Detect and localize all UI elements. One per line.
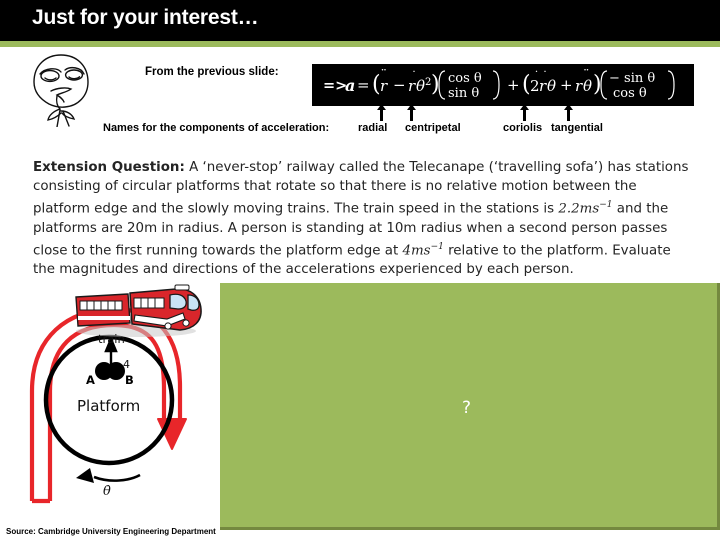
up-arrow-radial-icon: [377, 104, 386, 121]
diagram-speed-label: 4: [123, 358, 130, 371]
diagram-point-a-label: A: [86, 373, 95, 387]
diagram-point-b-label: B: [125, 373, 134, 387]
source-attribution: Source: Cambridge University Engineering…: [6, 527, 216, 536]
up-arrow-tangential-icon: [564, 104, 573, 121]
train-speed-value: 2.2ms: [558, 201, 600, 217]
header-accent-bar: [0, 41, 720, 47]
person-speed-exponent: −1: [430, 241, 444, 252]
svg-text:): ): [431, 72, 440, 97]
component-label-coriolis: coriolis: [503, 122, 543, 134]
svg-text:sin θ: sin θ: [448, 86, 479, 101]
component-label-tangential: tangential: [551, 122, 603, 134]
svg-text:+: +: [560, 76, 573, 94]
svg-text:¨: ¨: [381, 68, 388, 83]
train-illustration: [75, 284, 202, 337]
components-intro-label: Names for the components of acceleration…: [103, 122, 330, 134]
svg-text:a: a: [345, 76, 355, 95]
diagram-platform-label: Platform: [77, 397, 141, 415]
diagram-rotation-label: θ̇: [103, 484, 111, 499]
svg-text:̇: ̇: [544, 69, 546, 71]
question-lead-label: Extension Question: [33, 160, 180, 175]
svg-text:θ: θ: [547, 77, 556, 95]
svg-text:cos θ: cos θ: [613, 86, 647, 101]
svg-text:): ): [593, 72, 602, 97]
acceleration-equation-box: => a = ( r ¨ − r θ ̇ 2 ) cos θ sin θ + (…: [312, 64, 694, 106]
svg-text:=>: =>: [323, 78, 347, 94]
svg-text:−: −: [393, 76, 406, 94]
svg-text:r: r: [539, 77, 547, 95]
svg-text:̇: ̇: [413, 69, 415, 71]
svg-text:+: +: [507, 76, 520, 94]
svg-text:cos θ: cos θ: [448, 71, 482, 86]
acceleration-equation-glyphs: => a = ( r ¨ − r θ ̇ 2 ) cos θ sin θ + (…: [323, 68, 675, 101]
svg-text:̇: ̇: [536, 69, 538, 71]
svg-text:=: =: [357, 76, 370, 94]
up-arrow-coriolis-icon: [520, 104, 529, 121]
svg-text:r: r: [575, 77, 583, 95]
answer-placeholder-question-mark: ?: [462, 398, 472, 418]
train-speed-exponent: −1: [599, 200, 613, 211]
component-label-radial: radial: [358, 122, 388, 134]
component-label-centripetal: centripetal: [405, 122, 461, 134]
previous-slide-label: From the previous slide:: [145, 66, 279, 78]
up-arrow-centripetal-icon: [407, 104, 416, 121]
person-speed-value: 4ms: [402, 243, 431, 259]
page-title: Just for your interest…: [32, 6, 259, 29]
rage-face-icon: [24, 49, 98, 128]
svg-text:− sin θ: − sin θ: [609, 71, 655, 86]
svg-text:r: r: [408, 77, 416, 95]
extension-question-text: Extension Question: A ‘never-stop’ railw…: [33, 158, 689, 280]
svg-text:θ: θ: [416, 77, 425, 95]
diagram-train-label: train: [98, 332, 125, 346]
svg-text:¨: ¨: [583, 68, 590, 83]
